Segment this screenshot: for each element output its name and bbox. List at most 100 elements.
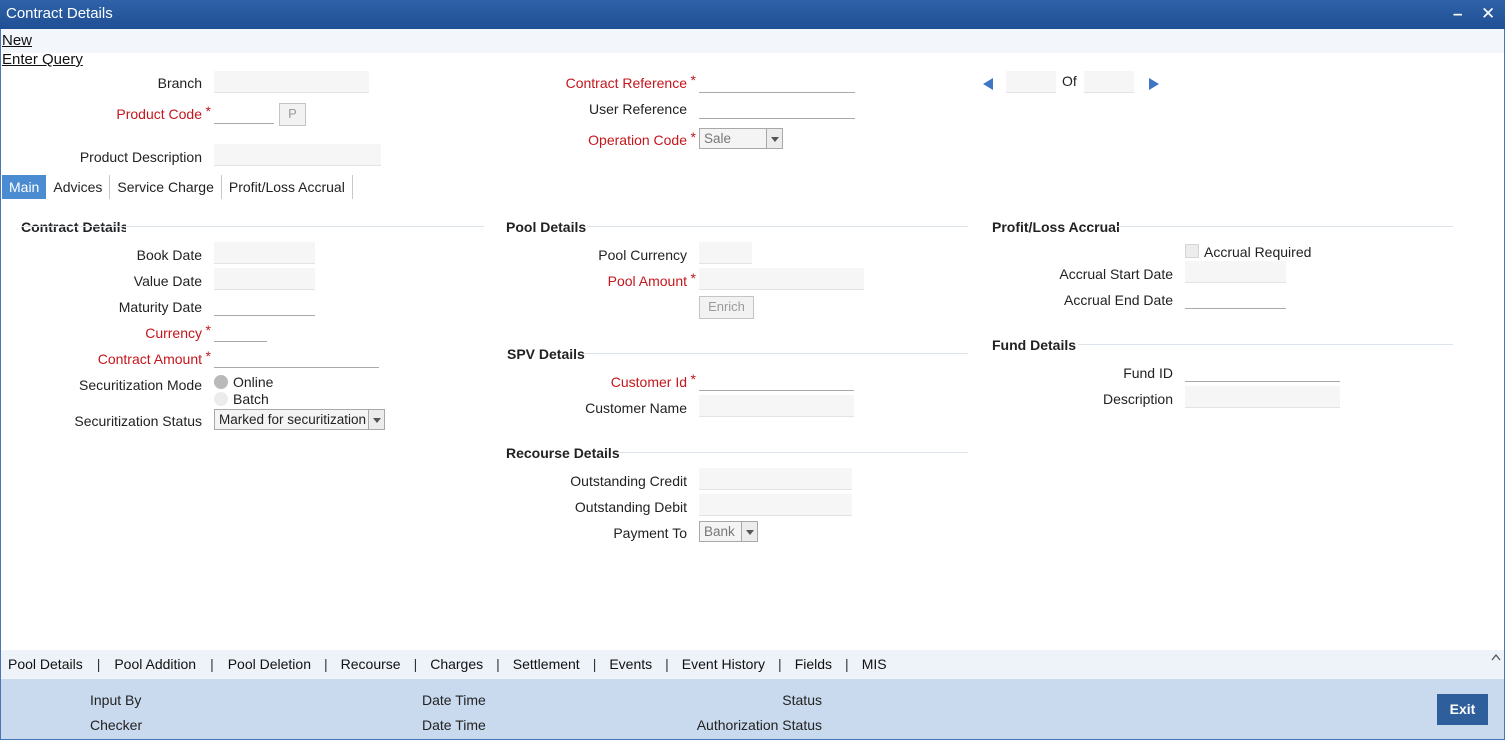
current-record-field[interactable] xyxy=(1006,71,1056,93)
pool-amount-field[interactable] xyxy=(699,268,864,290)
bottom-links: Pool Details | Pool Addition | Pool Dele… xyxy=(8,656,887,672)
chevron-down-icon xyxy=(741,522,757,541)
accrual-end-date-field[interactable] xyxy=(1185,287,1286,309)
next-arrow-icon[interactable] xyxy=(1148,77,1160,91)
authorization-status-label: Authorization Status xyxy=(696,717,822,733)
title-bar: Contract Details – ✕ xyxy=(0,0,1505,29)
user-reference-field[interactable] xyxy=(699,97,855,119)
accrual-heading: Profit/Loss Accrual xyxy=(992,219,1120,235)
pool-addition-link[interactable]: Pool Addition xyxy=(114,656,196,672)
minimize-icon[interactable]: – xyxy=(1453,4,1462,24)
recourse-link[interactable]: Recourse xyxy=(341,656,401,672)
accrual-required-checkbox[interactable] xyxy=(1185,244,1199,258)
enter-query-link[interactable]: Enter Query xyxy=(2,51,83,68)
checker-label: Checker xyxy=(90,717,143,733)
customer-name-field[interactable] xyxy=(699,395,854,417)
charges-link[interactable]: Charges xyxy=(430,656,483,672)
exit-button[interactable]: Exit xyxy=(1437,694,1488,725)
maturity-date-field[interactable] xyxy=(214,294,315,316)
link-divider: | xyxy=(96,656,101,672)
securitization-status-label: Securitization Status xyxy=(74,413,202,429)
online-radio[interactable] xyxy=(214,375,228,389)
tab-advices[interactable]: Advices xyxy=(46,175,109,199)
status-label: Status xyxy=(782,692,822,708)
product-code-label: Product Code * xyxy=(116,103,211,122)
pool-details-heading: Pool Details xyxy=(506,219,587,235)
online-label: Online xyxy=(233,374,274,390)
pool-deletion-link[interactable]: Pool Deletion xyxy=(228,656,311,672)
link-divider: | xyxy=(665,656,669,672)
fields-link[interactable]: Fields xyxy=(795,656,832,672)
window-title: Contract Details xyxy=(6,5,113,22)
product-lookup-button[interactable]: P xyxy=(279,103,306,126)
previous-arrow-icon[interactable] xyxy=(982,77,994,91)
currency-label: Currency * xyxy=(145,322,211,341)
input-by-label: Input By xyxy=(90,692,142,708)
outstanding-debit-field[interactable] xyxy=(699,494,852,516)
accrual-start-date-field[interactable] xyxy=(1185,261,1286,283)
book-date-field[interactable] xyxy=(214,242,315,264)
tab-profit-loss-accrual[interactable]: Profit/Loss Accrual xyxy=(222,175,352,199)
bottom-links-bar: Pool Details | Pool Addition | Pool Dele… xyxy=(1,650,1504,679)
contract-reference-field[interactable] xyxy=(699,71,855,93)
batch-radio[interactable] xyxy=(214,392,228,406)
operation-code-label: Operation Code * xyxy=(588,129,696,148)
customer-id-label: Customer Id * xyxy=(610,371,696,390)
total-records-field[interactable] xyxy=(1084,71,1134,93)
fund-id-field[interactable] xyxy=(1185,360,1340,382)
product-description-field[interactable] xyxy=(214,144,381,166)
branch-field[interactable] xyxy=(214,71,369,93)
chevron-up-icon[interactable] xyxy=(1491,653,1501,661)
mis-link[interactable]: MIS xyxy=(862,656,887,672)
checker-date-time-label: Date Time xyxy=(422,717,486,733)
section-rule xyxy=(584,353,968,354)
section-rule xyxy=(1078,344,1453,345)
pool-currency-field[interactable] xyxy=(699,242,752,264)
fund-description-label: Description xyxy=(1102,391,1173,407)
securitization-status-select[interactable]: Marked for securitization xyxy=(214,409,385,430)
fund-description-field[interactable] xyxy=(1185,386,1340,408)
fund-id-label: Fund ID xyxy=(1123,365,1173,381)
currency-field[interactable] xyxy=(214,320,267,342)
events-link[interactable]: Events xyxy=(609,656,652,672)
contract-reference-label: Contract Reference * xyxy=(565,72,696,91)
recourse-details-heading: Recourse Details xyxy=(506,445,620,461)
pool-currency-label: Pool Currency xyxy=(598,247,687,263)
maturity-date-label: Maturity Date xyxy=(118,299,202,315)
chevron-down-icon xyxy=(368,410,384,429)
chevron-down-icon xyxy=(766,129,782,148)
link-divider: | xyxy=(496,656,500,672)
contract-amount-field[interactable] xyxy=(214,346,379,368)
tab-main[interactable]: Main xyxy=(2,175,47,199)
outstanding-debit-label: Outstanding Debit xyxy=(574,499,687,515)
pool-details-link[interactable]: Pool Details xyxy=(8,656,83,672)
link-divider: | xyxy=(324,656,328,672)
payment-to-select[interactable]: Bank xyxy=(699,521,758,542)
value-date-field[interactable] xyxy=(214,268,315,290)
customer-id-field[interactable] xyxy=(699,369,854,391)
toolbar-band xyxy=(1,29,1504,53)
spv-details-heading: SPV Details xyxy=(507,346,585,362)
product-code-field[interactable] xyxy=(214,102,274,124)
new-link[interactable]: New xyxy=(2,32,32,49)
tab-divider xyxy=(351,175,353,199)
settlement-link[interactable]: Settlement xyxy=(513,656,580,672)
product-description-label: Product Description xyxy=(79,149,202,165)
section-rule xyxy=(126,226,484,227)
enrich-button[interactable]: Enrich xyxy=(699,296,754,319)
fund-details-heading: Fund Details xyxy=(992,337,1077,353)
securitization-mode-label: Securitization Mode xyxy=(79,377,202,393)
of-label: Of xyxy=(1062,73,1077,89)
close-icon[interactable]: ✕ xyxy=(1481,4,1495,24)
operation-code-select[interactable]: Sale xyxy=(699,128,783,149)
batch-label: Batch xyxy=(233,391,269,407)
link-divider: | xyxy=(210,656,214,672)
tab-service-charge[interactable]: Service Charge xyxy=(110,175,221,199)
link-divider: | xyxy=(592,656,597,672)
event-history-link[interactable]: Event History xyxy=(682,656,765,672)
user-reference-label: User Reference xyxy=(588,101,687,117)
outstanding-credit-field[interactable] xyxy=(699,468,852,490)
section-rule xyxy=(616,452,968,453)
pool-amount-label: Pool Amount * xyxy=(607,270,696,289)
securitization-status-value: Marked for securitization xyxy=(219,412,367,427)
